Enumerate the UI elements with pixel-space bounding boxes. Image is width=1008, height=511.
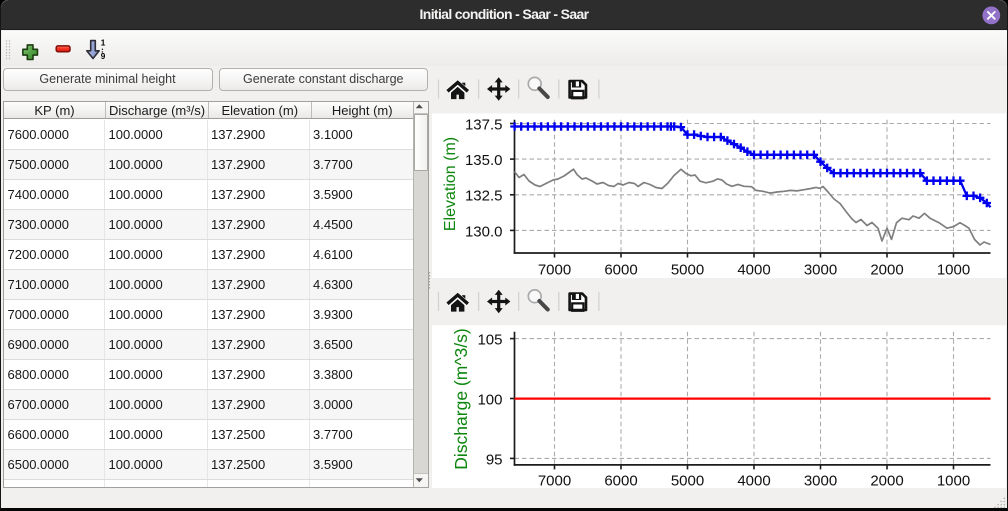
svg-text:3000: 3000	[804, 473, 837, 490]
svg-text:1: 1	[101, 39, 106, 48]
svg-text:Elevation (m): Elevation (m)	[442, 137, 459, 231]
svg-text:9: 9	[101, 52, 106, 61]
svg-text:1000: 1000	[937, 473, 970, 490]
svg-text:135.0: 135.0	[465, 152, 503, 169]
svg-text:130.0: 130.0	[465, 223, 503, 240]
svg-text:132.5: 132.5	[465, 188, 503, 205]
svg-text:5000: 5000	[671, 473, 704, 490]
svg-text:137.5: 137.5	[465, 116, 503, 133]
svg-text:7000: 7000	[538, 261, 571, 278]
svg-text:6000: 6000	[604, 261, 637, 278]
svg-text:105: 105	[477, 332, 502, 349]
svg-text:3000: 3000	[804, 261, 837, 278]
svg-text:6000: 6000	[604, 473, 637, 490]
svg-text:5000: 5000	[671, 261, 704, 278]
svg-text:1000: 1000	[937, 261, 970, 278]
svg-text:2000: 2000	[870, 473, 903, 490]
svg-text:100: 100	[477, 391, 502, 408]
svg-text:Discharge (m^3/s): Discharge (m^3/s)	[451, 328, 471, 469]
svg-text:4000: 4000	[737, 473, 770, 490]
svg-text:2000: 2000	[870, 261, 903, 278]
svg-text:7000: 7000	[538, 473, 571, 490]
svg-text:4000: 4000	[737, 261, 770, 278]
svg-text:95: 95	[486, 451, 503, 468]
